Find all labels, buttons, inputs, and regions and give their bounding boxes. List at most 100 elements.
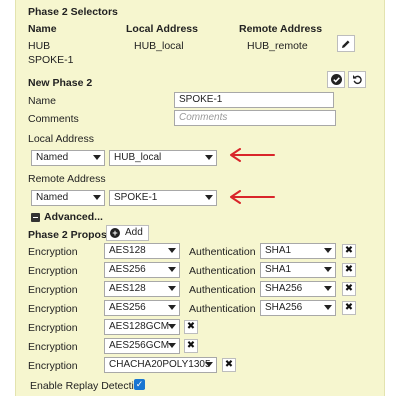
authentication-value: SHA256: [265, 283, 303, 294]
encryption-select[interactable]: AES128: [104, 243, 180, 259]
encryption-label: Encryption: [28, 341, 78, 353]
authentication-value: SHA256: [265, 302, 303, 313]
encryption-value: AES256GCM: [109, 340, 170, 351]
check-circle-icon: [330, 74, 342, 85]
chevron-down-icon: [324, 286, 332, 291]
remove-proposal-button[interactable]: ✖: [184, 339, 198, 353]
remote-address-select[interactable]: SPOKE-1: [109, 190, 217, 206]
chevron-down-icon: [168, 305, 176, 310]
remove-proposal-button[interactable]: ✖: [184, 320, 198, 334]
authentication-label: Authentication: [189, 303, 256, 315]
encryption-select[interactable]: AES128GCM: [104, 319, 180, 335]
name-input[interactable]: SPOKE-1: [174, 92, 334, 108]
collapse-icon: [31, 213, 40, 222]
encryption-label: Encryption: [28, 265, 78, 277]
advanced-toggle[interactable]: Advanced...: [31, 211, 121, 223]
authentication-select[interactable]: SHA256: [260, 281, 336, 297]
chevron-down-icon: [93, 155, 101, 160]
authentication-value: SHA1: [265, 264, 292, 275]
selector-name: HUB: [28, 40, 51, 52]
encryption-value: AES128: [109, 283, 146, 294]
local-address-type-select[interactable]: Named Address: [31, 150, 105, 166]
selector-name-spoke: SPOKE-1: [28, 54, 74, 66]
add-label: Add: [125, 227, 143, 238]
col-header-name: Name: [28, 23, 57, 35]
authentication-select[interactable]: SHA1: [260, 262, 336, 278]
add-proposal-button[interactable]: + Add: [106, 225, 149, 241]
encryption-label: Encryption: [28, 284, 78, 296]
encryption-select[interactable]: CHACHA20POLY1305: [104, 357, 217, 373]
remote-address-type-value: Named Address: [36, 192, 69, 203]
encryption-select[interactable]: AES128: [104, 281, 180, 297]
chevron-down-icon: [168, 343, 176, 348]
close-icon: ✖: [224, 359, 234, 370]
plus-icon: +: [110, 228, 120, 238]
encryption-select[interactable]: AES256GCM: [104, 338, 180, 354]
encryption-value: CHACHA20POLY1305: [109, 359, 211, 370]
phase2-panel: Phase 2 Selectors Name Local Address Rem…: [15, 0, 385, 396]
comments-textarea[interactable]: Comments: [174, 110, 336, 126]
authentication-label: Authentication: [189, 246, 256, 258]
encryption-label: Encryption: [28, 322, 78, 334]
remove-proposal-button[interactable]: ✖: [222, 358, 236, 372]
chevron-down-icon: [324, 248, 332, 253]
encryption-label: Encryption: [28, 360, 78, 372]
encryption-select[interactable]: AES256: [104, 262, 180, 278]
remote-address-value: SPOKE-1: [114, 192, 158, 203]
chevron-down-icon: [168, 286, 176, 291]
encryption-label: Encryption: [28, 246, 78, 258]
remove-proposal-button[interactable]: ✖: [342, 244, 356, 258]
selector-remote: HUB_remote: [247, 40, 308, 52]
edit-selector-button[interactable]: [337, 35, 355, 52]
advanced-label: Advanced...: [44, 211, 103, 223]
selector-local: HUB_local: [134, 40, 184, 52]
chevron-down-icon: [168, 324, 176, 329]
chevron-down-icon: [168, 267, 176, 272]
remote-address-type-select[interactable]: Named Address: [31, 190, 105, 206]
local-address-label: Local Address: [28, 133, 94, 145]
close-icon: ✖: [344, 283, 354, 294]
annotation-arrow-icon: [230, 190, 275, 204]
phase2-selectors-title: Phase 2 Selectors: [28, 6, 118, 18]
chevron-down-icon: [205, 155, 213, 160]
chevron-down-icon: [205, 195, 213, 200]
encryption-value: AES128: [109, 245, 146, 256]
encryption-value: AES128GCM: [109, 321, 170, 332]
remove-proposal-button[interactable]: ✖: [342, 301, 356, 315]
replay-detection-label: Enable Replay Detection: [30, 380, 146, 392]
authentication-value: SHA1: [265, 245, 292, 256]
encryption-value: AES256: [109, 302, 146, 313]
pencil-icon: [342, 40, 350, 48]
remove-proposal-button[interactable]: ✖: [342, 263, 356, 277]
chevron-down-icon: [324, 305, 332, 310]
col-header-local-address: Local Address: [126, 23, 198, 35]
chevron-down-icon: [205, 362, 213, 367]
encryption-label: Encryption: [28, 303, 78, 315]
close-icon: ✖: [186, 340, 196, 351]
remove-proposal-button[interactable]: ✖: [342, 282, 356, 296]
checkmark-icon: ✓: [135, 379, 144, 389]
local-address-select[interactable]: HUB_local: [109, 150, 217, 166]
new-phase2-title: New Phase 2: [28, 77, 93, 89]
replay-detection-checkbox[interactable]: ✓: [134, 379, 145, 390]
comments-label: Comments: [28, 113, 79, 125]
local-address-value: HUB_local: [114, 152, 162, 163]
col-header-remote-address: Remote Address: [239, 23, 323, 35]
chevron-down-icon: [93, 195, 101, 200]
close-icon: ✖: [344, 245, 354, 256]
chevron-down-icon: [324, 267, 332, 272]
authentication-label: Authentication: [189, 284, 256, 296]
name-label: Name: [28, 95, 57, 107]
chevron-down-icon: [168, 248, 176, 253]
phase2-proposal-label: Phase 2 Proposal: [28, 229, 116, 241]
authentication-label: Authentication: [189, 265, 256, 277]
close-icon: ✖: [344, 264, 354, 275]
undo-icon: [352, 75, 362, 85]
authentication-select[interactable]: SHA1: [260, 243, 336, 259]
confirm-button[interactable]: [327, 71, 345, 88]
close-icon: ✖: [186, 321, 196, 332]
encryption-select[interactable]: AES256: [104, 300, 180, 316]
authentication-select[interactable]: SHA256: [260, 300, 336, 316]
undo-button[interactable]: [348, 71, 366, 88]
close-icon: ✖: [344, 302, 354, 313]
